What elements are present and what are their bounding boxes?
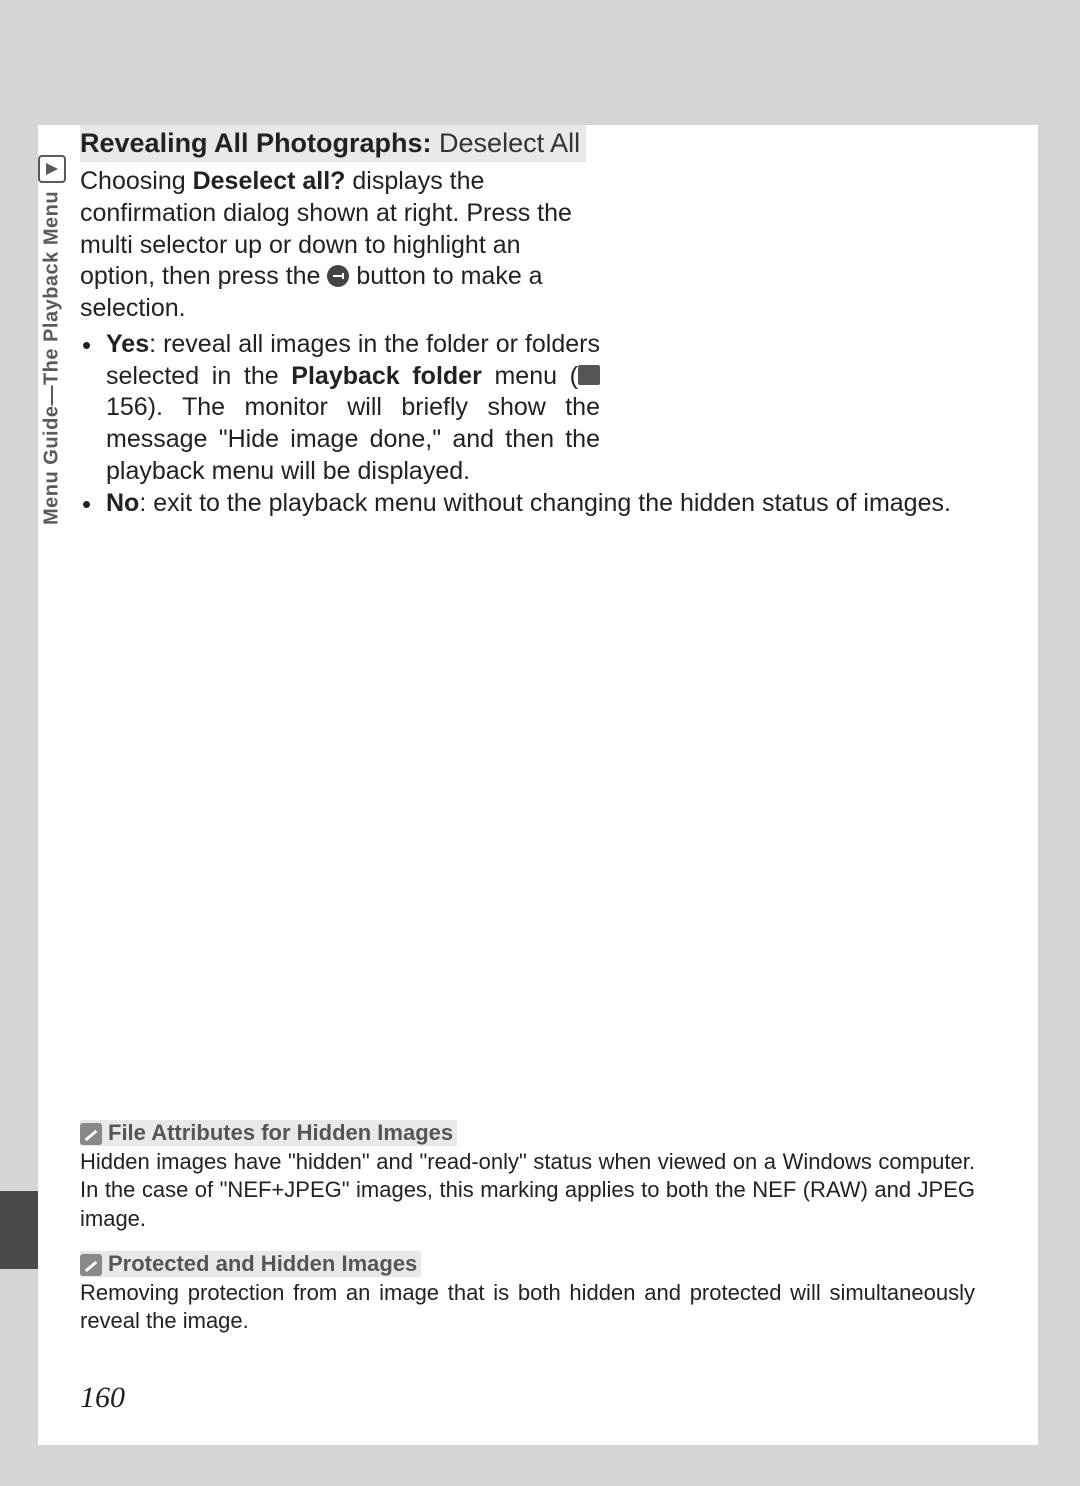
- option-list: Yes: reveal all images in the folder or …: [80, 329, 1018, 520]
- option-bold: Playback folder: [291, 362, 482, 390]
- note-protected-hidden: Protected and Hidden Images Removing pro…: [80, 1251, 1018, 1335]
- note-title-text: File Attributes for Hidden Images: [108, 1120, 453, 1145]
- note-title-text: Protected and Hidden Images: [108, 1251, 417, 1276]
- playback-icon: [38, 155, 66, 183]
- note-title: Protected and Hidden Images: [80, 1251, 421, 1277]
- option-text: ). The monitor will briefly show the mes…: [106, 393, 600, 485]
- enter-button-icon: [327, 265, 349, 287]
- list-item-no: No: exit to the playback menu without ch…: [80, 488, 970, 520]
- page-number: 160: [80, 1381, 125, 1415]
- note-title: File Attributes for Hidden Images: [80, 1120, 457, 1146]
- footnotes: File Attributes for Hidden Images Hidden…: [80, 1120, 1018, 1353]
- option-text: : exit to the playback menu without chan…: [139, 489, 951, 517]
- option-label: No: [106, 489, 139, 517]
- main-content: Revealing All Photographs: Deselect All …: [80, 125, 1018, 519]
- note-body: Removing protection from an image that i…: [80, 1279, 975, 1335]
- option-text: menu (: [482, 362, 578, 390]
- heading-bold: Revealing All Photographs:: [80, 128, 439, 158]
- intro-bold: Deselect all?: [193, 167, 346, 195]
- note-icon: [80, 1123, 102, 1145]
- page-ref-number: 156: [106, 393, 148, 421]
- section-vertical-label: Menu Guide—The Playback Menu: [38, 191, 66, 611]
- option-label: Yes: [106, 330, 149, 358]
- edge-thumb-tab: [0, 1191, 38, 1269]
- heading-light: Deselect All: [439, 128, 580, 158]
- intro-text: Choosing: [80, 167, 193, 195]
- note-body: Hidden images have "hidden" and "read-on…: [80, 1148, 975, 1232]
- page-ref-icon: [578, 365, 600, 385]
- section-heading: Revealing All Photographs: Deselect All: [80, 125, 586, 162]
- note-icon: [80, 1254, 102, 1276]
- intro-paragraph: Choosing Deselect all? displays the conf…: [80, 166, 600, 325]
- manual-page: Menu Guide—The Playback Menu Revealing A…: [38, 125, 1038, 1445]
- note-file-attributes: File Attributes for Hidden Images Hidden…: [80, 1120, 1018, 1232]
- list-item-yes: Yes: reveal all images in the folder or …: [80, 329, 600, 488]
